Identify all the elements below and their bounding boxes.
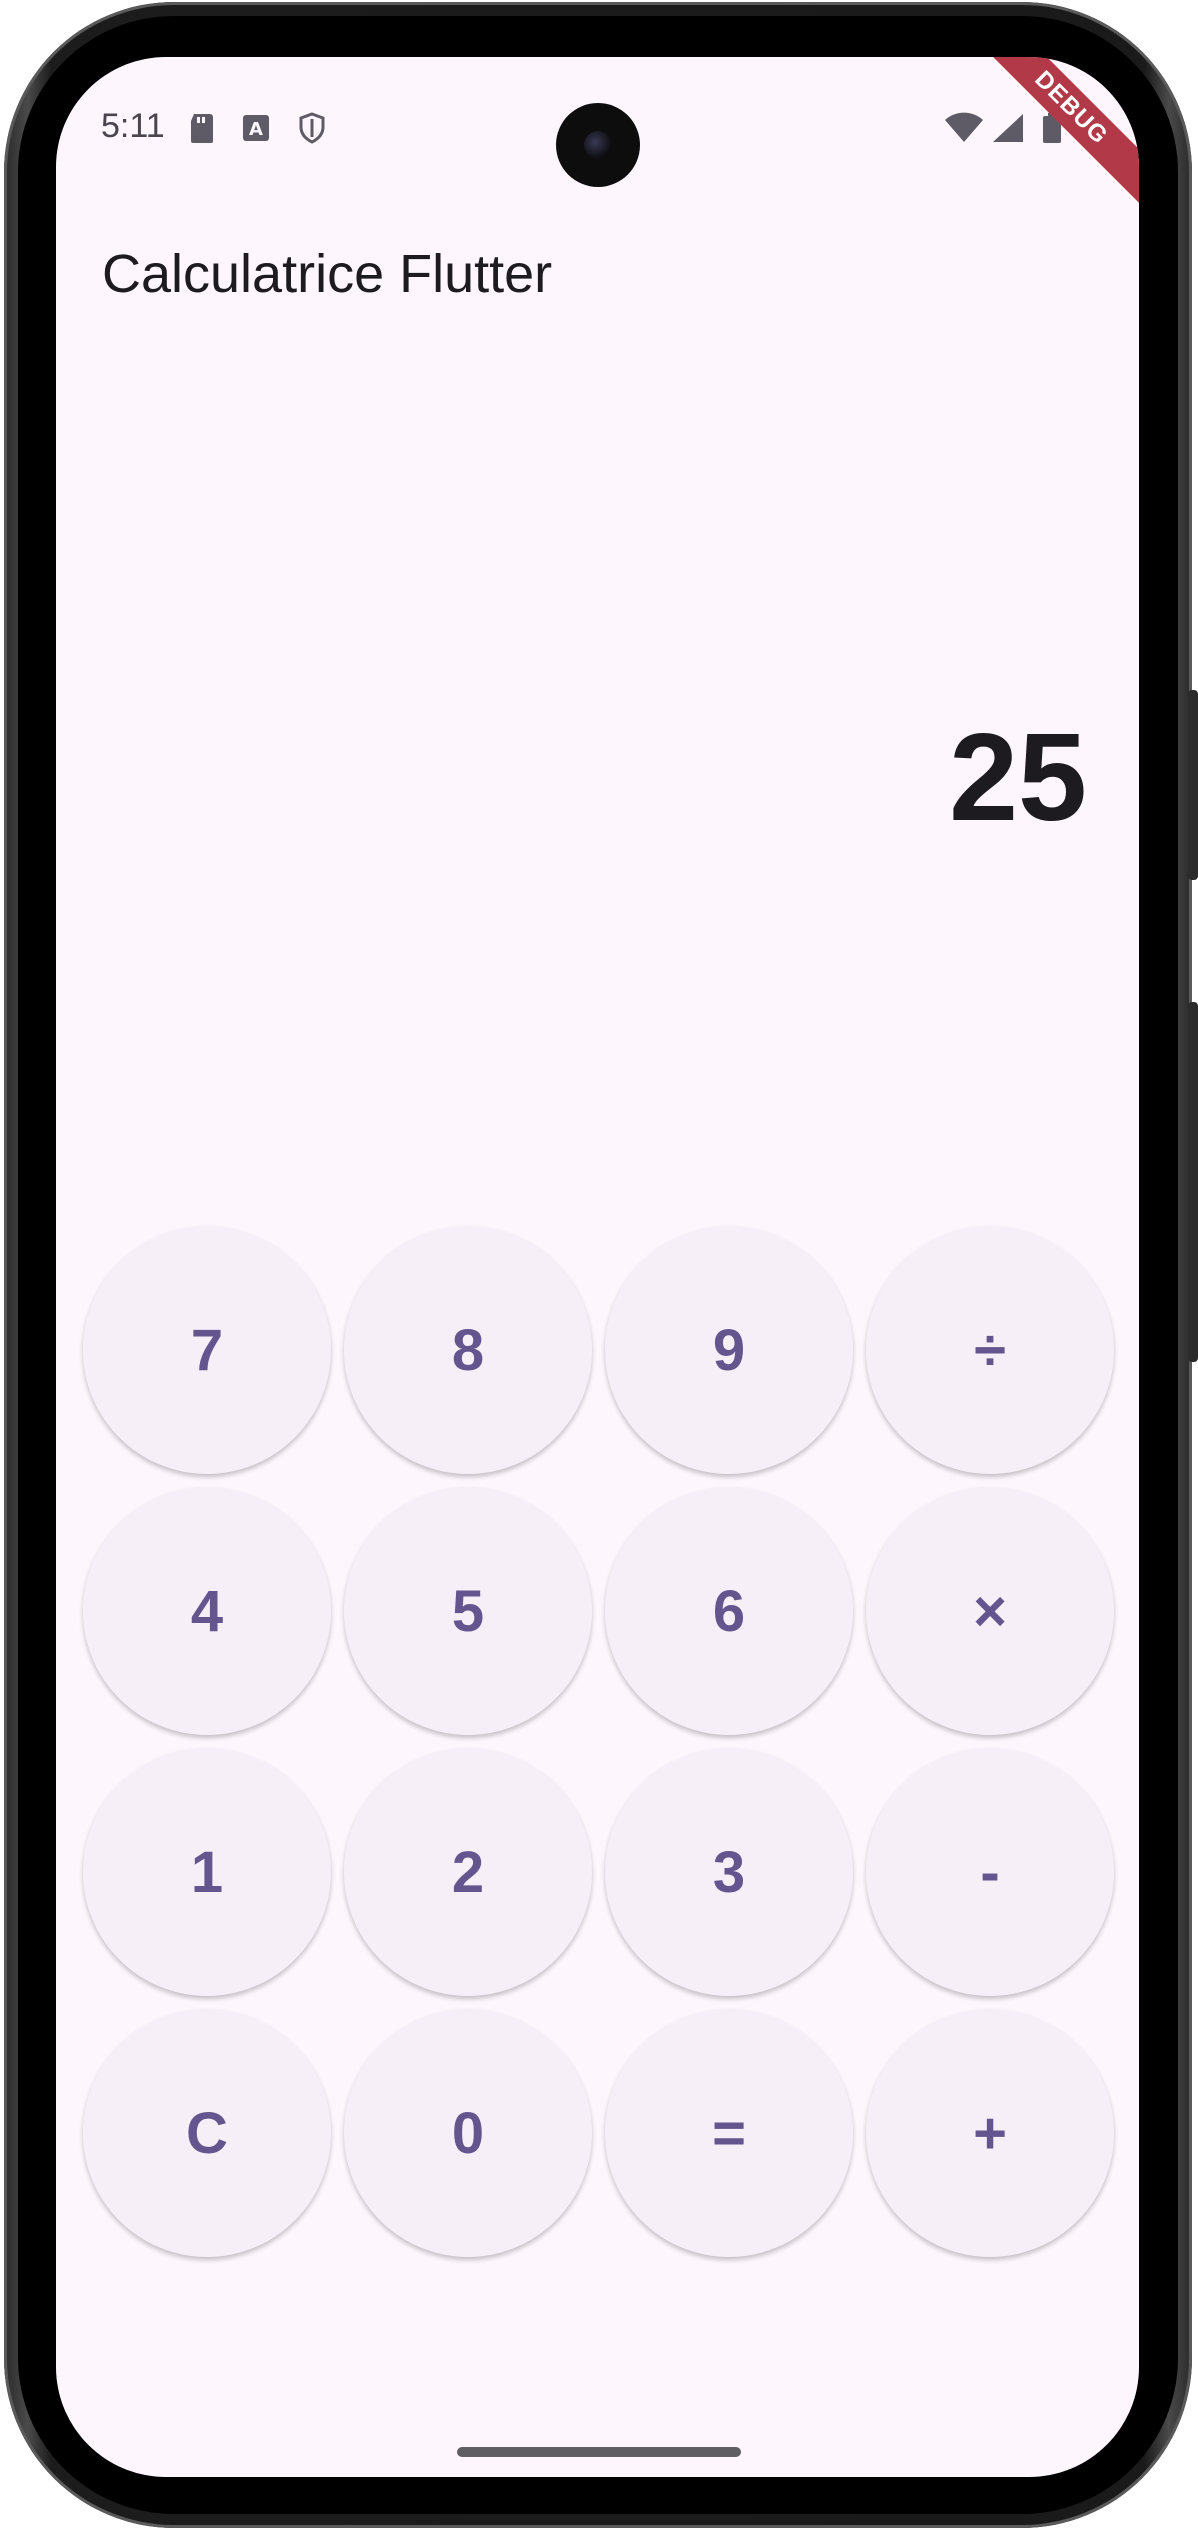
result-display: 25	[949, 709, 1087, 847]
app-title: Calculatrice Flutter	[102, 244, 553, 304]
key-4[interactable]: 4	[83, 1487, 331, 1735]
key-9[interactable]: 9	[605, 1226, 853, 1474]
shield-icon	[298, 112, 326, 144]
signal-icon	[991, 112, 1025, 144]
power-button	[1188, 690, 1198, 880]
text-a-icon: A	[242, 112, 270, 144]
key-2[interactable]: 2	[344, 1748, 592, 1996]
key-6[interactable]: 6	[605, 1487, 853, 1735]
status-bar: 5:11 A DEBUG	[56, 57, 1139, 214]
key-1[interactable]: 1	[83, 1748, 331, 1996]
status-time: 5:11	[101, 107, 165, 145]
key-8[interactable]: 8	[344, 1226, 592, 1474]
sd-card-icon	[188, 112, 216, 144]
svg-text:A: A	[249, 119, 263, 140]
key-clear[interactable]: C	[83, 2009, 331, 2257]
key-5[interactable]: 5	[344, 1487, 592, 1735]
key-equals[interactable]: =	[605, 2009, 853, 2257]
key-multiply[interactable]: ×	[866, 1487, 1114, 1735]
key-divide[interactable]: ÷	[866, 1226, 1114, 1474]
screen: 5:11 A DEBUG Calculatrice Flutter 25 7 8…	[56, 57, 1139, 2477]
key-subtract[interactable]: -	[866, 1748, 1114, 1996]
key-add[interactable]: +	[866, 2009, 1114, 2257]
phone-frame: 5:11 A DEBUG Calculatrice Flutter 25 7 8…	[4, 2, 1198, 2528]
key-7[interactable]: 7	[83, 1226, 331, 1474]
volume-button	[1188, 1002, 1198, 1362]
wifi-icon	[944, 112, 984, 144]
key-3[interactable]: 3	[605, 1748, 853, 1996]
key-0[interactable]: 0	[344, 2009, 592, 2257]
home-indicator[interactable]	[457, 2447, 741, 2457]
front-camera	[556, 103, 640, 187]
